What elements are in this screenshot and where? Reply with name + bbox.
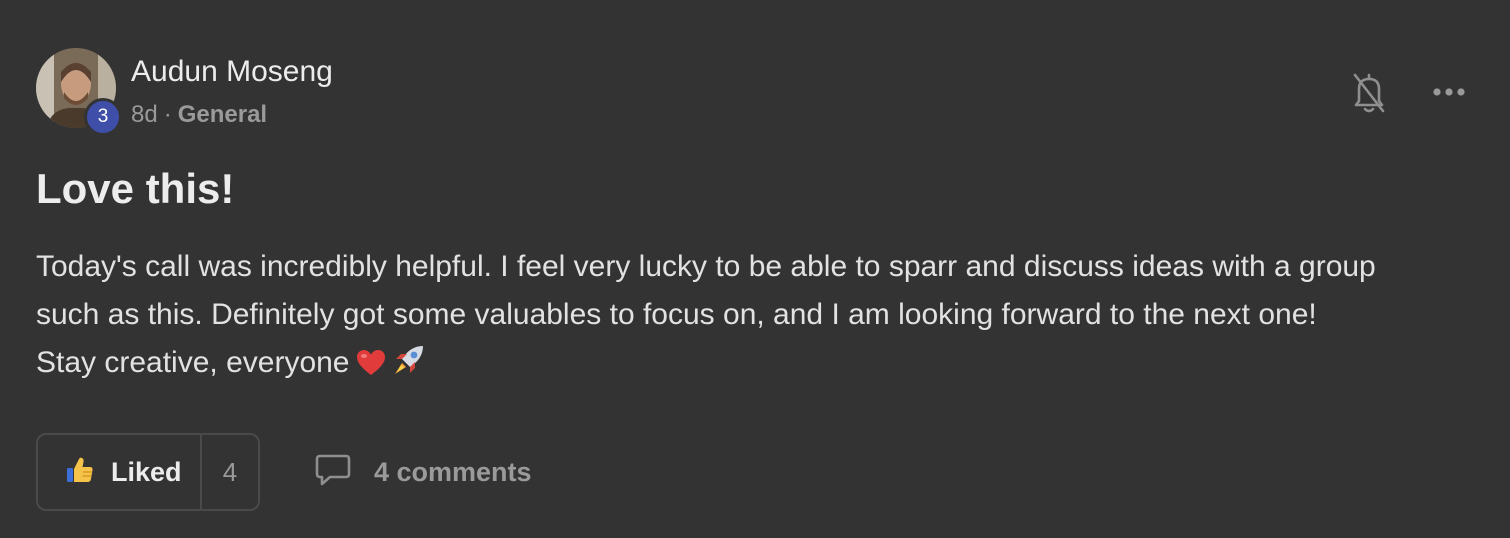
comments-button[interactable]: 4 comments [314, 452, 532, 492]
post-card: 3 Audun Moseng 8d · General Love this! Tod… [0, 0, 1510, 538]
post-title: Love this! [36, 165, 235, 212]
meta-separator: · [163, 101, 172, 128]
red-heart-emoji [356, 344, 386, 392]
post-body: Today's call was incredibly helpful. I f… [36, 243, 1476, 392]
author-name[interactable]: Audun Moseng [131, 55, 333, 89]
like-control: Liked 4 [36, 433, 260, 511]
post-body-line-2: such as this. Definitely got some valuab… [36, 298, 1317, 331]
author-avatar-container[interactable]: 3 [36, 48, 122, 136]
bell-off-icon[interactable] [1351, 71, 1387, 113]
post-category[interactable]: General [178, 101, 267, 128]
post-body-line-1: Today's call was incredibly helpful. I f… [36, 250, 1376, 283]
post-meta: 8d · General [131, 101, 267, 129]
post-body-line-3: Stay creative, everyone [36, 339, 1476, 392]
more-options-icon[interactable] [1430, 80, 1470, 104]
like-count[interactable]: 4 [202, 435, 258, 509]
rocket-emoji [392, 343, 426, 392]
post-time: 8d [131, 101, 158, 128]
level-badge: 3 [84, 98, 122, 136]
thumbs-up-icon [65, 455, 95, 490]
comment-bubble-icon [314, 453, 352, 492]
comments-label: 4 comments [374, 456, 532, 487]
like-label: Liked [111, 456, 182, 487]
like-button[interactable]: Liked [38, 435, 200, 509]
post-body-line-3-text: Stay creative, everyone [36, 346, 350, 379]
